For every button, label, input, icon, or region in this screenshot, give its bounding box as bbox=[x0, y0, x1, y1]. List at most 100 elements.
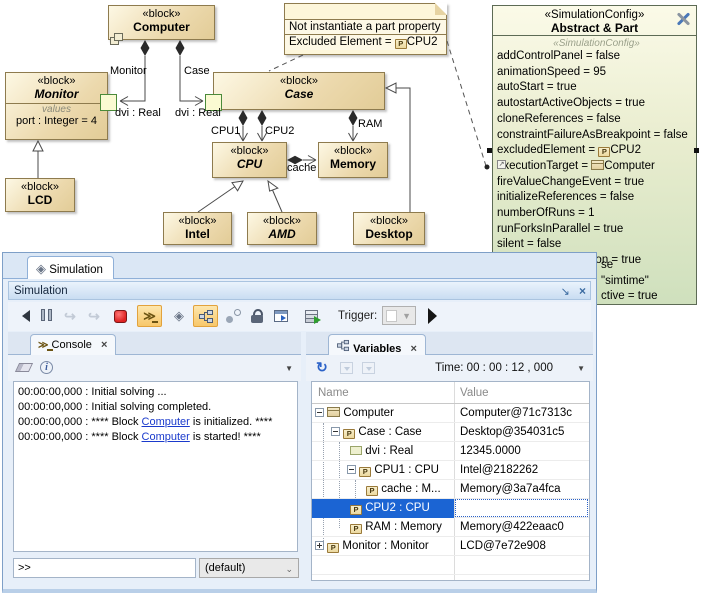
language-value: (default) bbox=[205, 562, 245, 574]
stereotype-label: «block» bbox=[6, 73, 107, 87]
close-tab-icon[interactable]: × bbox=[410, 343, 416, 355]
run-button[interactable] bbox=[15, 305, 37, 327]
value-cell-editing[interactable] bbox=[455, 499, 588, 517]
open-in-window-button[interactable] bbox=[270, 305, 292, 327]
stereotype-label: «block» bbox=[6, 179, 74, 193]
selection-handle[interactable] bbox=[694, 148, 699, 153]
config-properties: «SimulationConfig» addControlPanel = fal… bbox=[493, 35, 696, 269]
tab-label: Variables bbox=[353, 343, 401, 355]
config-prop: initializeReferences = false bbox=[497, 190, 696, 206]
computer-link[interactable]: Computer bbox=[142, 416, 190, 428]
trigger-dropdown[interactable]: ▼ bbox=[382, 306, 416, 325]
collapse-icon[interactable] bbox=[347, 465, 356, 474]
tab-label: Console bbox=[52, 339, 92, 351]
block-icon bbox=[327, 407, 340, 417]
console-tab-strip: ≫ Console × bbox=[8, 332, 301, 355]
table-row[interactable]: dvi : Real 12345.0000 bbox=[312, 442, 589, 461]
tab-console[interactable]: ≫ Console × bbox=[30, 334, 116, 356]
import-variable-button[interactable] bbox=[362, 362, 375, 374]
toolbar-overflow-icon[interactable] bbox=[428, 308, 437, 324]
breakpoints-button[interactable] bbox=[222, 305, 244, 327]
tab-variables[interactable]: Variables × bbox=[328, 334, 426, 356]
part-property-icon: P bbox=[343, 429, 355, 439]
comment-note[interactable]: Not instantiate a part property Excluded… bbox=[284, 3, 447, 55]
chevron-down-icon[interactable]: ▼ bbox=[577, 364, 585, 373]
environment-options-button[interactable]: i bbox=[40, 361, 53, 374]
trigger-label: Trigger: bbox=[338, 310, 377, 322]
table-row[interactable]: P cache : M... Memory@3a7a4fca bbox=[312, 480, 589, 499]
table-row-empty[interactable] bbox=[312, 556, 589, 575]
console-toggle-button[interactable]: ≫ bbox=[137, 305, 162, 327]
stop-button[interactable] bbox=[109, 305, 131, 327]
table-row[interactable]: P RAM : Memory Memory@422eaac0 bbox=[312, 518, 589, 537]
step-into-button[interactable]: ↪ bbox=[59, 305, 81, 327]
variables-table[interactable]: Name Value Computer Computer@71c7313c P … bbox=[311, 381, 590, 581]
simulation-window: ◈ Simulation Simulation ↘ × ↪ ↪ ≫ ◈ Trig… bbox=[2, 252, 597, 593]
simulation-toolbar: ↪ ↪ ≫ ◈ Trigger: ▼ bbox=[8, 302, 591, 331]
log-line: 00:00:00,000 : Initial solving ... bbox=[18, 385, 293, 400]
language-dropdown[interactable]: (default) ⌄ bbox=[199, 558, 299, 578]
breakpoints-icon bbox=[226, 309, 241, 323]
config-prop: constraintFailureAsBreakpoint = false bbox=[497, 128, 696, 144]
config-prop: autoStart = true bbox=[497, 80, 696, 96]
export-variable-button[interactable] bbox=[340, 362, 353, 374]
block-cpu[interactable]: «block» CPU bbox=[212, 142, 287, 178]
block-case[interactable]: «block» Case bbox=[213, 72, 385, 110]
target-icon: ◈ bbox=[174, 308, 184, 324]
table-row[interactable]: P CPU1 : CPU Intel@2182262 bbox=[312, 461, 589, 480]
block-name: AMD bbox=[248, 227, 316, 241]
config-prop-clipped: "simtime" bbox=[601, 275, 649, 287]
console-log[interactable]: 00:00:00,000 : Initial solving ... 00:00… bbox=[13, 381, 298, 552]
log-line: 00:00:00,000 : **** Block Computer is st… bbox=[18, 430, 293, 445]
float-window-icon[interactable]: ↘ bbox=[561, 286, 570, 298]
selection-handle[interactable] bbox=[487, 148, 492, 153]
pause-button[interactable] bbox=[35, 305, 57, 327]
block-name: Desktop bbox=[354, 227, 424, 241]
config-prop: animationSpeed = 95 bbox=[497, 65, 696, 81]
block-memory[interactable]: «block» Memory bbox=[318, 142, 388, 178]
export-button[interactable] bbox=[300, 305, 322, 327]
variables-toggle-button[interactable] bbox=[193, 305, 218, 327]
block-lcd[interactable]: «block» LCD bbox=[5, 178, 75, 212]
collapse-icon[interactable] bbox=[331, 427, 340, 436]
block-amd[interactable]: «block» AMD bbox=[247, 212, 317, 245]
block-monitor[interactable]: «block» Monitor values port : Integer = … bbox=[5, 72, 108, 140]
edge-label-cpu2: CPU2 bbox=[265, 125, 294, 137]
table-row-empty[interactable] bbox=[312, 575, 589, 581]
console-input[interactable]: >> bbox=[13, 558, 196, 578]
clear-console-button[interactable] bbox=[17, 363, 31, 375]
window-title: Simulation bbox=[14, 285, 68, 297]
tab-simulation[interactable]: ◈ Simulation bbox=[27, 256, 114, 279]
table-row[interactable]: P Monitor : Monitor LCD@7e72e908 bbox=[312, 537, 589, 556]
computer-link[interactable]: Computer bbox=[142, 431, 190, 443]
window-title-bar[interactable]: Simulation ↘ × bbox=[8, 281, 591, 300]
block-name: Memory bbox=[319, 157, 387, 171]
close-window-icon[interactable]: × bbox=[579, 284, 586, 298]
chevron-down-icon: ⌄ bbox=[285, 564, 293, 575]
variables-tree-icon bbox=[199, 310, 213, 323]
step-over-button[interactable]: ↪ bbox=[83, 305, 105, 327]
animation-button[interactable]: ◈ bbox=[168, 305, 190, 327]
lock-button[interactable] bbox=[246, 305, 268, 327]
chevron-down-icon[interactable]: ▼ bbox=[285, 364, 293, 373]
part-property-icon: P bbox=[366, 486, 378, 496]
close-tab-icon[interactable]: × bbox=[101, 339, 107, 351]
new-window-icon bbox=[274, 310, 288, 322]
table-row[interactable]: Computer Computer@71c7313c bbox=[312, 404, 589, 423]
block-desktop[interactable]: «block» Desktop bbox=[353, 212, 425, 245]
block-intel[interactable]: «block» Intel bbox=[163, 212, 232, 245]
refresh-button[interactable]: ↻ bbox=[316, 359, 328, 376]
stereotype-label: «block» bbox=[213, 143, 286, 157]
step-into-icon: ↪ bbox=[64, 308, 76, 325]
note-line2: Excluded Element = PCPU2 bbox=[285, 34, 446, 50]
part-property-icon: P bbox=[395, 39, 407, 49]
part-property-icon: P bbox=[350, 505, 362, 515]
table-row-selected[interactable]: P CPU2 : CPU bbox=[312, 499, 589, 518]
table-header: Name Value bbox=[312, 382, 589, 404]
collapse-icon[interactable] bbox=[315, 408, 324, 417]
stereotype-label: «block» bbox=[248, 213, 316, 227]
table-row[interactable]: P Case : Case Desktop@354031c5 bbox=[312, 423, 589, 442]
edge-label-cache: cache bbox=[287, 162, 316, 174]
expand-icon[interactable] bbox=[315, 541, 324, 550]
config-prop-target: executionTarget = Computer bbox=[497, 159, 696, 175]
